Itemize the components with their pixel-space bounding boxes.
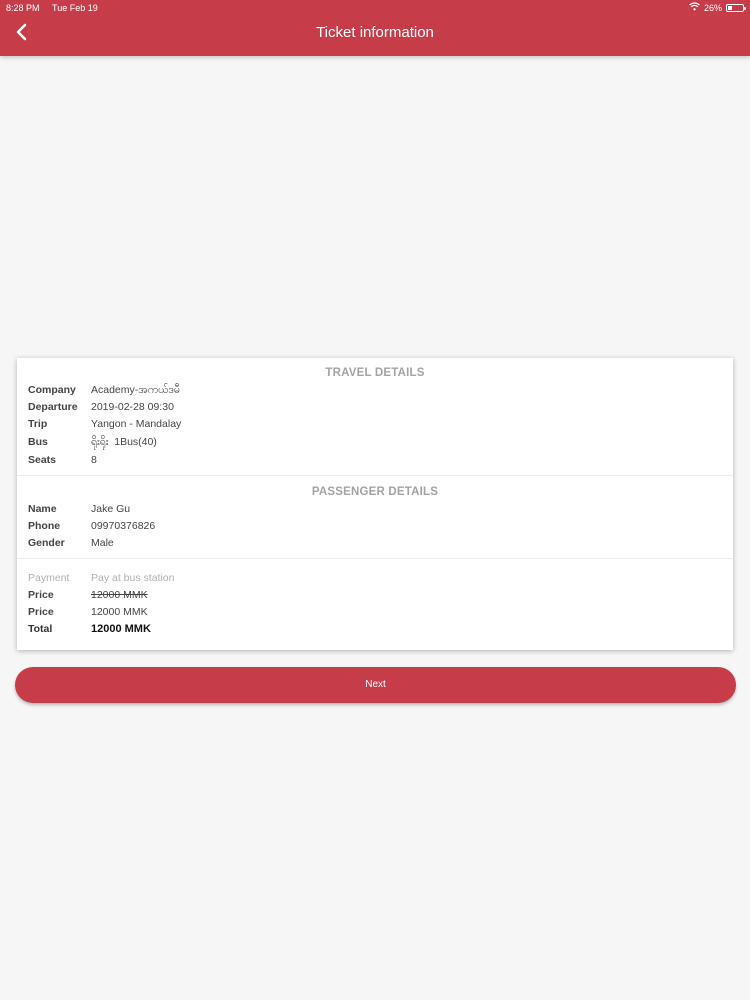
payment-value: Pay at bus station xyxy=(91,572,175,584)
passenger-details-title: PASSENGER DETAILS xyxy=(311,486,439,498)
bus-row: Bus ရိုးရိုး 1Bus(40) xyxy=(17,433,733,452)
trip-row: Trip Yangon - Mandalay xyxy=(17,416,733,433)
company-row: Company Academy-အကယ်ဒမီ xyxy=(17,382,733,399)
status-date: Tue Feb 19 xyxy=(52,3,98,13)
original-price-value: 12000 MMK xyxy=(91,589,148,601)
original-price-row: Price 12000 MMK xyxy=(17,587,733,604)
total-label: Total xyxy=(28,623,53,635)
price-row: Price 12000 MMK xyxy=(17,604,733,621)
status-bar: 8:28 PM Tue Feb 19 26% xyxy=(0,0,750,16)
payment-section: Payment Pay at bus station Price 12000 M… xyxy=(17,559,733,638)
travel-details-section: TRAVEL DETAILS Company Academy-အကယ်ဒမီ D… xyxy=(17,358,733,469)
next-button[interactable]: Next xyxy=(15,667,736,703)
departure-value: 2019-02-28 09:30 xyxy=(91,401,174,413)
battery-percent: 26% xyxy=(703,3,722,13)
ticket-summary-card: TRAVEL DETAILS Company Academy-အကယ်ဒမီ D… xyxy=(17,358,733,650)
payment-label: Payment xyxy=(28,572,70,584)
gender-row: Gender Male xyxy=(17,535,733,552)
departure-label: Departure xyxy=(28,401,78,413)
bus-value: ရိုးရိုး 1Bus(40) xyxy=(91,436,157,448)
total-value: 12000 MMK xyxy=(91,623,151,635)
price-label: Price xyxy=(28,606,54,618)
bus-label: Bus xyxy=(28,436,48,448)
app-header: 8:28 PM Tue Feb 19 26% Ticket informatio… xyxy=(0,0,750,56)
payment-row: Payment Pay at bus station xyxy=(17,570,733,587)
departure-row: Departure 2019-02-28 09:30 xyxy=(17,399,733,416)
company-value: Academy-အကယ်ဒမီ xyxy=(91,384,180,396)
company-label: Company xyxy=(28,384,76,396)
name-row: Name Jake Gu xyxy=(17,501,733,518)
name-label: Name xyxy=(28,503,57,515)
seats-row: Seats 8 xyxy=(17,452,733,469)
seats-value: 8 xyxy=(91,454,97,466)
name-value: Jake Gu xyxy=(91,503,131,515)
phone-value: 09970376826 xyxy=(91,520,156,532)
phone-row: Phone 09970376826 xyxy=(17,518,733,535)
travel-details-title: TRAVEL DETAILS xyxy=(325,367,425,379)
total-row: Total 12000 MMK xyxy=(17,621,733,638)
page-title: Ticket information xyxy=(316,24,434,41)
phone-label: Phone xyxy=(28,520,61,532)
battery-icon xyxy=(726,4,746,12)
price-label: Price xyxy=(28,589,54,601)
trip-label: Trip xyxy=(28,418,48,430)
trip-value: Yangon - Mandalay xyxy=(91,418,182,430)
seats-label: Seats xyxy=(28,454,57,466)
gender-value: Male xyxy=(91,537,114,549)
wifi-icon xyxy=(689,1,700,15)
passenger-details-section: PASSENGER DETAILS Name Jake Gu Phone 099… xyxy=(17,476,733,552)
price-value: 12000 MMK xyxy=(91,606,148,618)
gender-label: Gender xyxy=(28,537,65,549)
status-time: 8:28 PM xyxy=(6,3,40,13)
